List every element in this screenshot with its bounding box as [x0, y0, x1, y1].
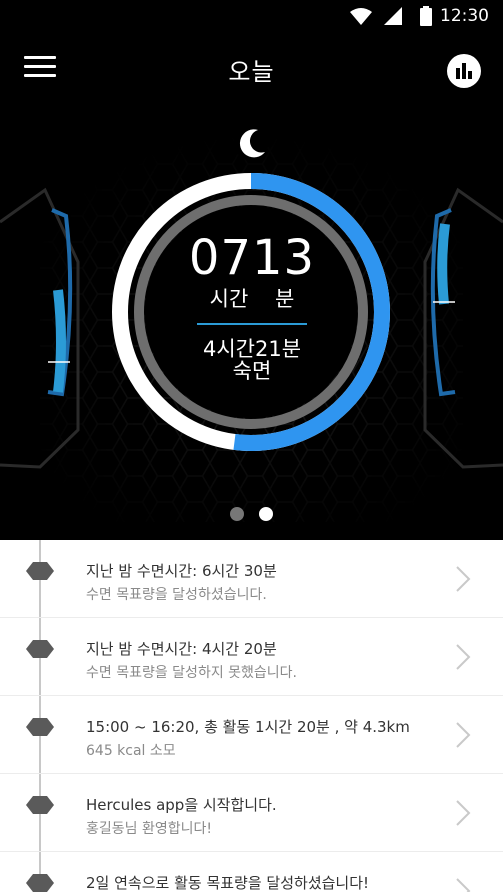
stats-button[interactable] — [447, 54, 481, 88]
dial-divider — [197, 323, 307, 325]
timeline-item-subtitle: 645 kcal 소모 — [86, 743, 176, 759]
right-gauge — [423, 187, 503, 469]
chevron-right-icon — [456, 566, 471, 592]
timeline-item-title: Hercules app을 시작합니다. — [86, 796, 277, 814]
hexagon-node-icon — [26, 562, 54, 580]
page-title: 오늘 — [228, 58, 275, 86]
hexagon-node-icon — [26, 874, 54, 892]
activity-timeline: 지난 밤 수면시간: 6시간 30분 수면 목표량을 달성하셨습니다. 지난 밤… — [0, 540, 503, 892]
sleep-dashboard: 0713 시간 분 4시간21분 숙면 — [0, 112, 503, 540]
battery-icon — [420, 6, 432, 26]
timeline-item-subtitle: 수면 목표량을 달성하셨습니다. — [86, 587, 267, 603]
app-bar: 오늘 — [0, 32, 503, 112]
time-units-label: 시간 분 — [209, 287, 295, 311]
chevron-right-icon — [456, 800, 471, 826]
timeline-item-title: 지난 밤 수면시간: 4시간 20분 — [86, 640, 277, 658]
timeline-item[interactable]: 2일 연속으로 활동 목표량을 달성하셨습니다! — [0, 852, 503, 892]
left-gauge — [0, 187, 80, 469]
status-time: 12:30 — [440, 6, 489, 26]
timeline-item-subtitle: 홍길동님 환영합니다! — [86, 821, 212, 837]
deep-sleep-label: 숙면 — [232, 359, 272, 383]
signal-icon — [384, 7, 402, 25]
chevron-right-icon — [456, 722, 471, 748]
status-bar: 12:30 — [0, 0, 503, 32]
timeline-item[interactable]: 지난 밤 수면시간: 6시간 30분 수면 목표량을 달성하셨습니다. — [0, 540, 503, 618]
timeline-item-title: 15:00 ~ 16:20, 총 활동 1시간 20분 , 약 4.3km — [86, 718, 410, 736]
timeline-item[interactable]: 15:00 ~ 16:20, 총 활동 1시간 20분 , 약 4.3km 64… — [0, 696, 503, 774]
page-dot-1[interactable] — [229, 507, 244, 521]
hexagon-node-icon — [26, 640, 54, 658]
moon-icon — [234, 126, 268, 160]
sleep-dial — [0, 126, 503, 469]
timeline-item-title: 지난 밤 수면시간: 6시간 30분 — [86, 562, 277, 580]
chevron-right-icon — [456, 644, 471, 670]
hexagon-node-icon — [26, 796, 54, 814]
stats-icon — [456, 63, 472, 79]
page-dot-2[interactable] — [259, 507, 274, 521]
timeline-item-subtitle: 수면 목표량을 달성하지 못했습니다. — [86, 665, 297, 681]
hexagon-node-icon — [26, 718, 54, 736]
timeline-item[interactable]: Hercules app을 시작합니다. 홍길동님 환영합니다! — [0, 774, 503, 852]
chevron-right-icon — [456, 878, 471, 892]
wifi-icon — [350, 8, 372, 25]
timeline-item-title: 2일 연속으로 활동 목표량을 달성하셨습니다! — [86, 874, 370, 892]
timeline-item[interactable]: 지난 밤 수면시간: 4시간 20분 수면 목표량을 달성하지 못했습니다. — [0, 618, 503, 696]
sleep-time-value: 0713 — [188, 230, 316, 286]
page-indicator — [0, 506, 503, 525]
